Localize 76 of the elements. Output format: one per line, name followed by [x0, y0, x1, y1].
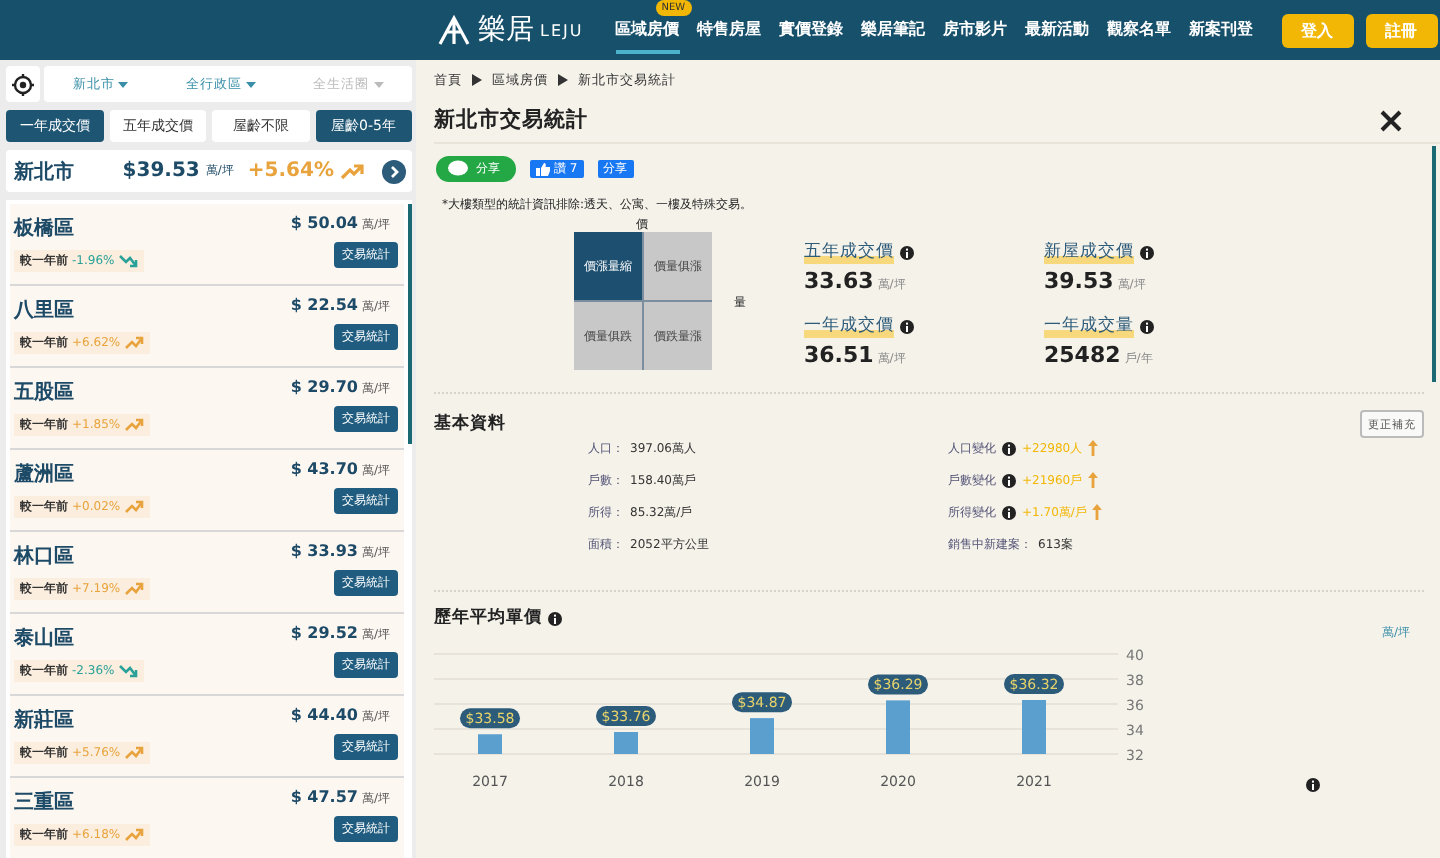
district-name: 林口區	[14, 543, 76, 570]
stat-label: 五年成交價	[804, 240, 894, 264]
district-name: 新莊區	[14, 706, 76, 734]
bar	[750, 718, 774, 754]
info-icon	[1306, 778, 1320, 792]
house-logo-icon	[436, 14, 472, 46]
bar	[886, 700, 910, 754]
trend-up-icon	[124, 336, 145, 350]
info-icon	[1140, 319, 1154, 333]
nav-link[interactable]: 最新活動	[1025, 6, 1090, 54]
breadcrumb-arrow-icon	[558, 74, 568, 86]
info-icon	[1002, 473, 1016, 487]
bar	[614, 732, 638, 754]
chevron-right-icon	[382, 159, 406, 183]
city-price: $39.53	[122, 160, 200, 182]
close-icon	[1380, 109, 1402, 131]
district-name: 蘆洲區	[14, 461, 76, 488]
trend-up-icon	[124, 582, 145, 596]
stat-value: 25482	[1044, 342, 1121, 368]
district-name: 三重區	[14, 789, 76, 816]
nav-link[interactable]: 樂居筆記	[861, 6, 926, 54]
section-title: 基本資料	[434, 412, 506, 436]
trend-down-icon	[118, 254, 139, 268]
breadcrumb-arrow-icon	[472, 74, 482, 86]
stat-label: 一年成交量	[1044, 314, 1134, 338]
district-name: 泰山區	[14, 625, 76, 652]
stat-value: 39.53	[1044, 268, 1114, 294]
logo-text: 樂居	[478, 12, 534, 48]
district-price: $ 33.93	[290, 542, 358, 560]
section-title: 歷年平均單價	[434, 606, 542, 630]
locate-icon	[12, 73, 34, 95]
trend-up-icon	[124, 828, 145, 842]
district-price: $ 29.70	[290, 378, 358, 396]
nav-link[interactable]: 房市影片	[943, 6, 1008, 54]
district-price: $ 44.40	[290, 706, 358, 724]
chat-bubble-icon	[448, 160, 468, 178]
stat-label: 新屋成交價	[1044, 240, 1134, 264]
district-price: $ 29.52	[290, 624, 358, 642]
caret-down-icon	[245, 81, 256, 87]
trend-up-icon	[124, 418, 145, 432]
district-price: $ 50.04	[290, 214, 358, 232]
bar	[1022, 700, 1046, 754]
info-icon	[1140, 245, 1154, 259]
district-name: 板橋區	[14, 215, 76, 242]
logo-subtext: LEJU	[540, 21, 584, 39]
stat-value: 36.51	[804, 342, 874, 368]
nav-link[interactable]: 實價登錄	[779, 6, 844, 54]
district-name: 八里區	[14, 297, 76, 324]
info-icon	[548, 611, 562, 625]
trend-up-icon	[124, 500, 145, 514]
trend-down-icon	[118, 664, 139, 678]
stat-label: 一年成交價	[804, 314, 894, 338]
nav-link[interactable]: 新案刊登	[1189, 6, 1254, 54]
nav-link[interactable]: 觀察名單	[1107, 6, 1172, 54]
district-price: $ 43.70	[290, 460, 358, 478]
caret-down-icon	[373, 81, 384, 87]
info-icon	[900, 245, 914, 259]
stat-value: 33.63	[804, 268, 874, 294]
caret-down-icon	[118, 81, 129, 87]
price-change: +5.64%	[247, 160, 334, 182]
thumbs-up-icon	[536, 162, 550, 176]
info-icon	[900, 319, 914, 333]
city-name: 新北市	[14, 158, 74, 185]
next-button[interactable]	[382, 159, 406, 183]
nav-link[interactable]: 特售房屋	[697, 6, 762, 54]
trend-up-icon	[124, 746, 145, 760]
district-name: 五股區	[14, 379, 76, 406]
district-price: $ 22.54	[290, 296, 358, 314]
trend-up-icon	[340, 163, 364, 179]
page-title: 新北市交易統計	[434, 106, 588, 134]
close-button[interactable]	[1380, 109, 1402, 131]
info-icon	[1002, 441, 1016, 455]
district-price: $ 47.57	[290, 788, 358, 806]
locate-button[interactable]	[6, 66, 40, 102]
info-icon	[1002, 505, 1016, 519]
bar	[478, 734, 502, 754]
